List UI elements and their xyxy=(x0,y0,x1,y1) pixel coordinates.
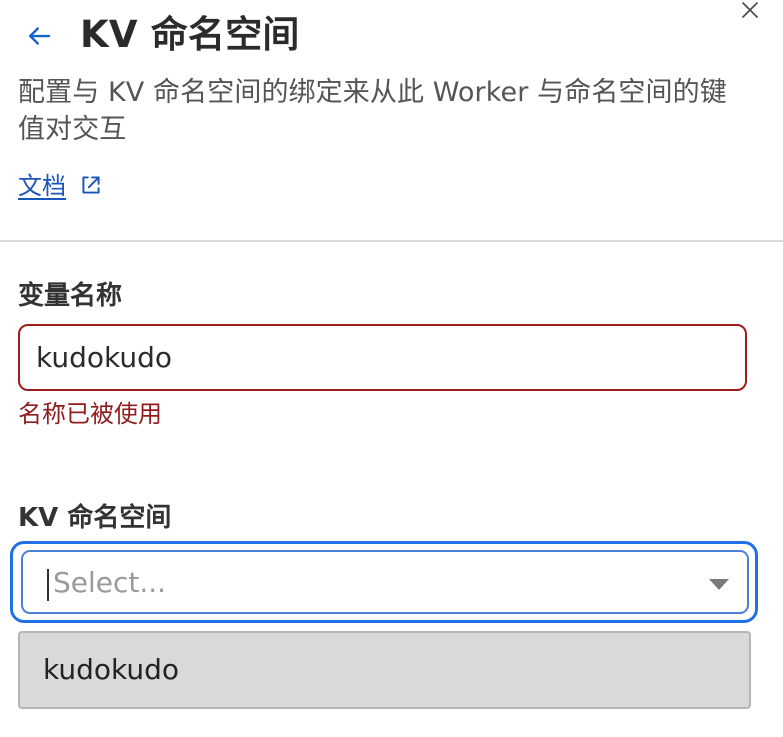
close-icon xyxy=(742,2,758,18)
kv-namespace-binding-panel: KV 命名空间 配置与 KV 命名空间的绑定来从此 Worker 与命名空间的键… xyxy=(0,0,783,737)
back-button[interactable] xyxy=(18,15,60,57)
variable-name-input[interactable] xyxy=(20,326,745,389)
variable-name-field[interactable] xyxy=(18,324,747,391)
namespace-option-kudokudo[interactable]: kudokudo xyxy=(20,633,749,707)
namespace-label: KV 命名空间 xyxy=(18,503,172,533)
variable-name-error: 名称已被使用 xyxy=(18,400,162,428)
page-description: 配置与 KV 命名空间的绑定来从此 Worker 与命名空间的键值对交互 xyxy=(18,77,727,145)
close-button[interactable] xyxy=(735,0,765,24)
docs-link[interactable]: 文档 xyxy=(18,170,104,202)
panel-header: KV 命名空间 配置与 KV 命名空间的绑定来从此 Worker 与命名空间的键… xyxy=(0,0,783,240)
page-title: KV 命名空间 xyxy=(80,13,300,56)
namespace-options-menu: kudokudo xyxy=(18,631,751,709)
variable-name-label: 变量名称 xyxy=(18,281,123,311)
namespace-select[interactable]: Select... xyxy=(21,550,749,614)
text-cursor xyxy=(47,569,49,601)
chevron-down-icon[interactable] xyxy=(707,576,731,592)
arrow-left-icon xyxy=(29,27,51,45)
namespace-select-focus-ring: Select... xyxy=(10,541,758,623)
section-divider xyxy=(0,240,783,242)
namespace-select-placeholder: Select... xyxy=(53,566,167,599)
external-link-icon[interactable] xyxy=(78,172,104,198)
docs-link-label[interactable]: 文档 xyxy=(18,170,66,202)
